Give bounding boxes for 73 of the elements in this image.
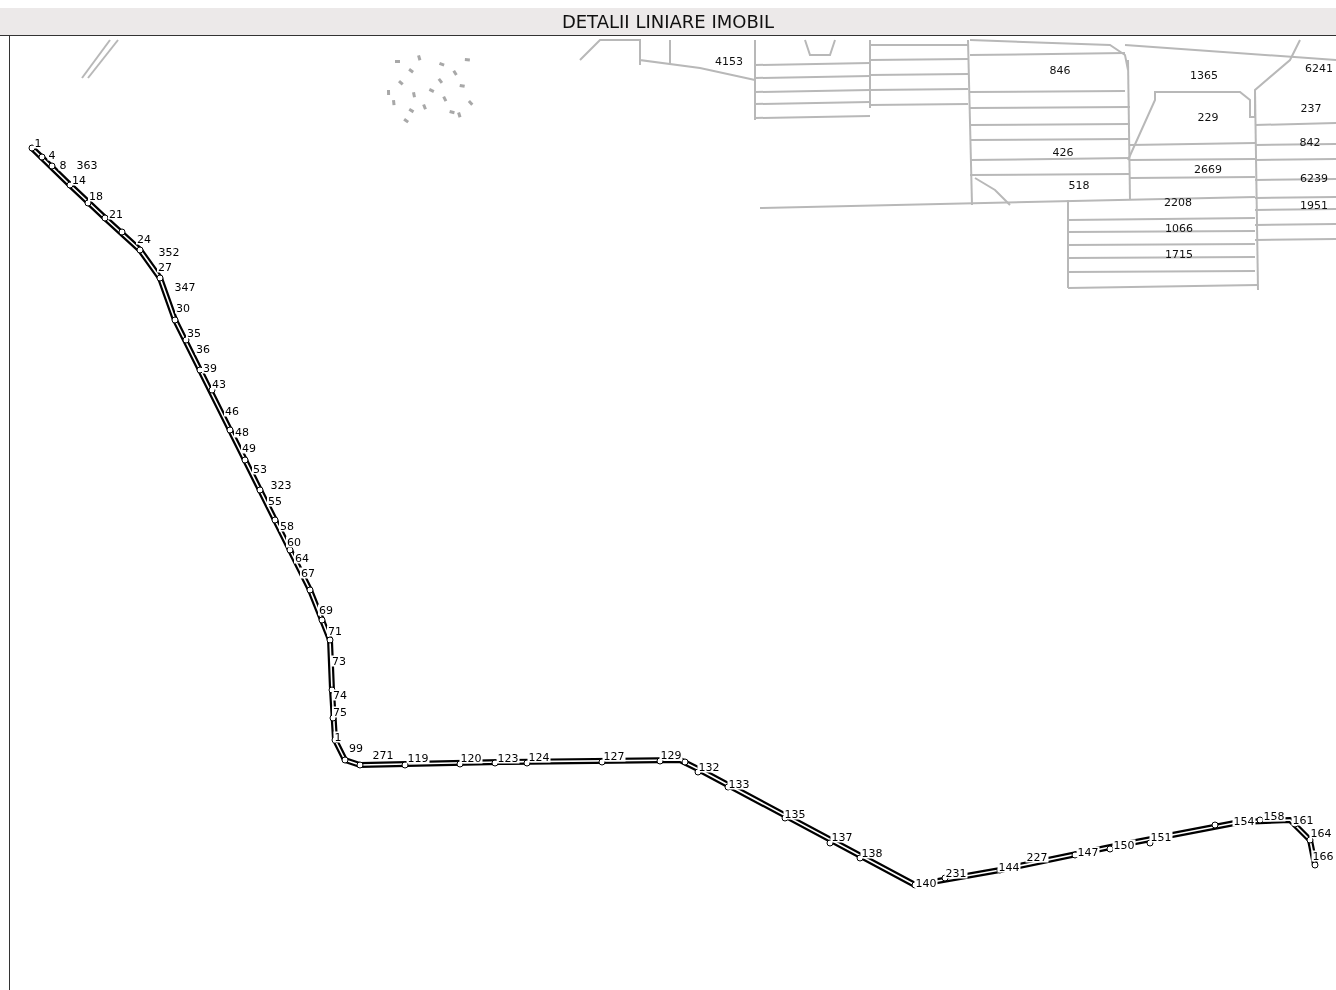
parcel-number: 1365: [1190, 69, 1218, 81]
point-label: 30: [175, 302, 191, 314]
point-label: 133: [727, 778, 751, 790]
point-label: 352: [157, 246, 181, 258]
point-label: 48: [234, 426, 250, 438]
point-label: 18: [88, 190, 104, 202]
point-label: 137: [830, 831, 854, 843]
point-label: 166: [1311, 850, 1335, 862]
parcel-number: 846: [1049, 64, 1071, 76]
point-label: 58: [279, 520, 295, 532]
parcel-number: 2208: [1164, 196, 1192, 208]
parcel-number: 1066: [1165, 222, 1193, 234]
point-label: 1: [33, 137, 43, 149]
point-label: 164: [1309, 827, 1333, 839]
point-label: 36: [195, 343, 211, 355]
point-label: 39: [202, 362, 218, 374]
point-label: 14: [71, 174, 87, 186]
point-label: 161: [1291, 814, 1315, 826]
point-label: 140: [914, 877, 938, 889]
point-label: 1: [333, 731, 343, 743]
point-label: 227: [1025, 851, 1049, 863]
point-label: 151: [1149, 831, 1173, 843]
point-label: 49: [241, 442, 257, 454]
parcel-number: 229: [1197, 111, 1219, 123]
parcel-number: 237: [1300, 102, 1322, 114]
point-label: 60: [286, 536, 302, 548]
parcel-number: 842: [1299, 136, 1321, 148]
point-label: 347: [173, 281, 197, 293]
point-label: 75: [332, 706, 348, 718]
point-label: 24: [136, 233, 152, 245]
parcel-number: 4153: [715, 55, 743, 67]
parcel-number: 1951: [1300, 199, 1328, 211]
point-label: 150: [1112, 839, 1136, 851]
point-label: 67: [300, 567, 316, 579]
point-label: 158: [1262, 810, 1286, 822]
window-title: DETALII LINIARE IMOBIL: [0, 8, 1336, 36]
parcel-number: 518: [1068, 179, 1090, 191]
point-label: 127: [602, 750, 626, 762]
point-label: 8: [58, 159, 68, 171]
parcel-number: 6239: [1300, 172, 1328, 184]
parcel-number: 426: [1052, 146, 1074, 158]
point-label: 99: [348, 742, 364, 754]
point-label: 55: [267, 495, 283, 507]
point-label: 43: [211, 378, 227, 390]
point-label: 73: [331, 655, 347, 667]
point-label: 71: [327, 625, 343, 637]
point-label: 120: [459, 752, 483, 764]
point-label: 53: [252, 463, 268, 475]
point-label: 323: [269, 479, 293, 491]
point-label: 132: [697, 761, 721, 773]
point-label: 119: [406, 752, 430, 764]
point-label: 74: [332, 689, 348, 701]
point-label: 154: [1232, 815, 1256, 827]
point-label: 129: [659, 749, 683, 761]
point-label: 124: [527, 751, 551, 763]
point-label: 46: [224, 405, 240, 417]
point-label: 4: [47, 149, 57, 161]
point-label: 35: [186, 327, 202, 339]
parcel-number: 6241: [1305, 62, 1333, 74]
point-label: 231: [944, 867, 968, 879]
parcel-number: 2669: [1194, 163, 1222, 175]
point-label: 271: [371, 749, 395, 761]
point-label: 147: [1076, 846, 1100, 858]
point-label: 69: [318, 604, 334, 616]
point-label: 138: [860, 847, 884, 859]
point-label: 27: [157, 261, 173, 273]
point-label: 21: [108, 208, 124, 220]
point-label: 135: [783, 808, 807, 820]
point-label: 144: [997, 861, 1021, 873]
point-label: 123: [496, 752, 520, 764]
parcel-number: 1715: [1165, 248, 1193, 260]
point-label: 64: [294, 552, 310, 564]
point-label: 363: [75, 159, 99, 171]
